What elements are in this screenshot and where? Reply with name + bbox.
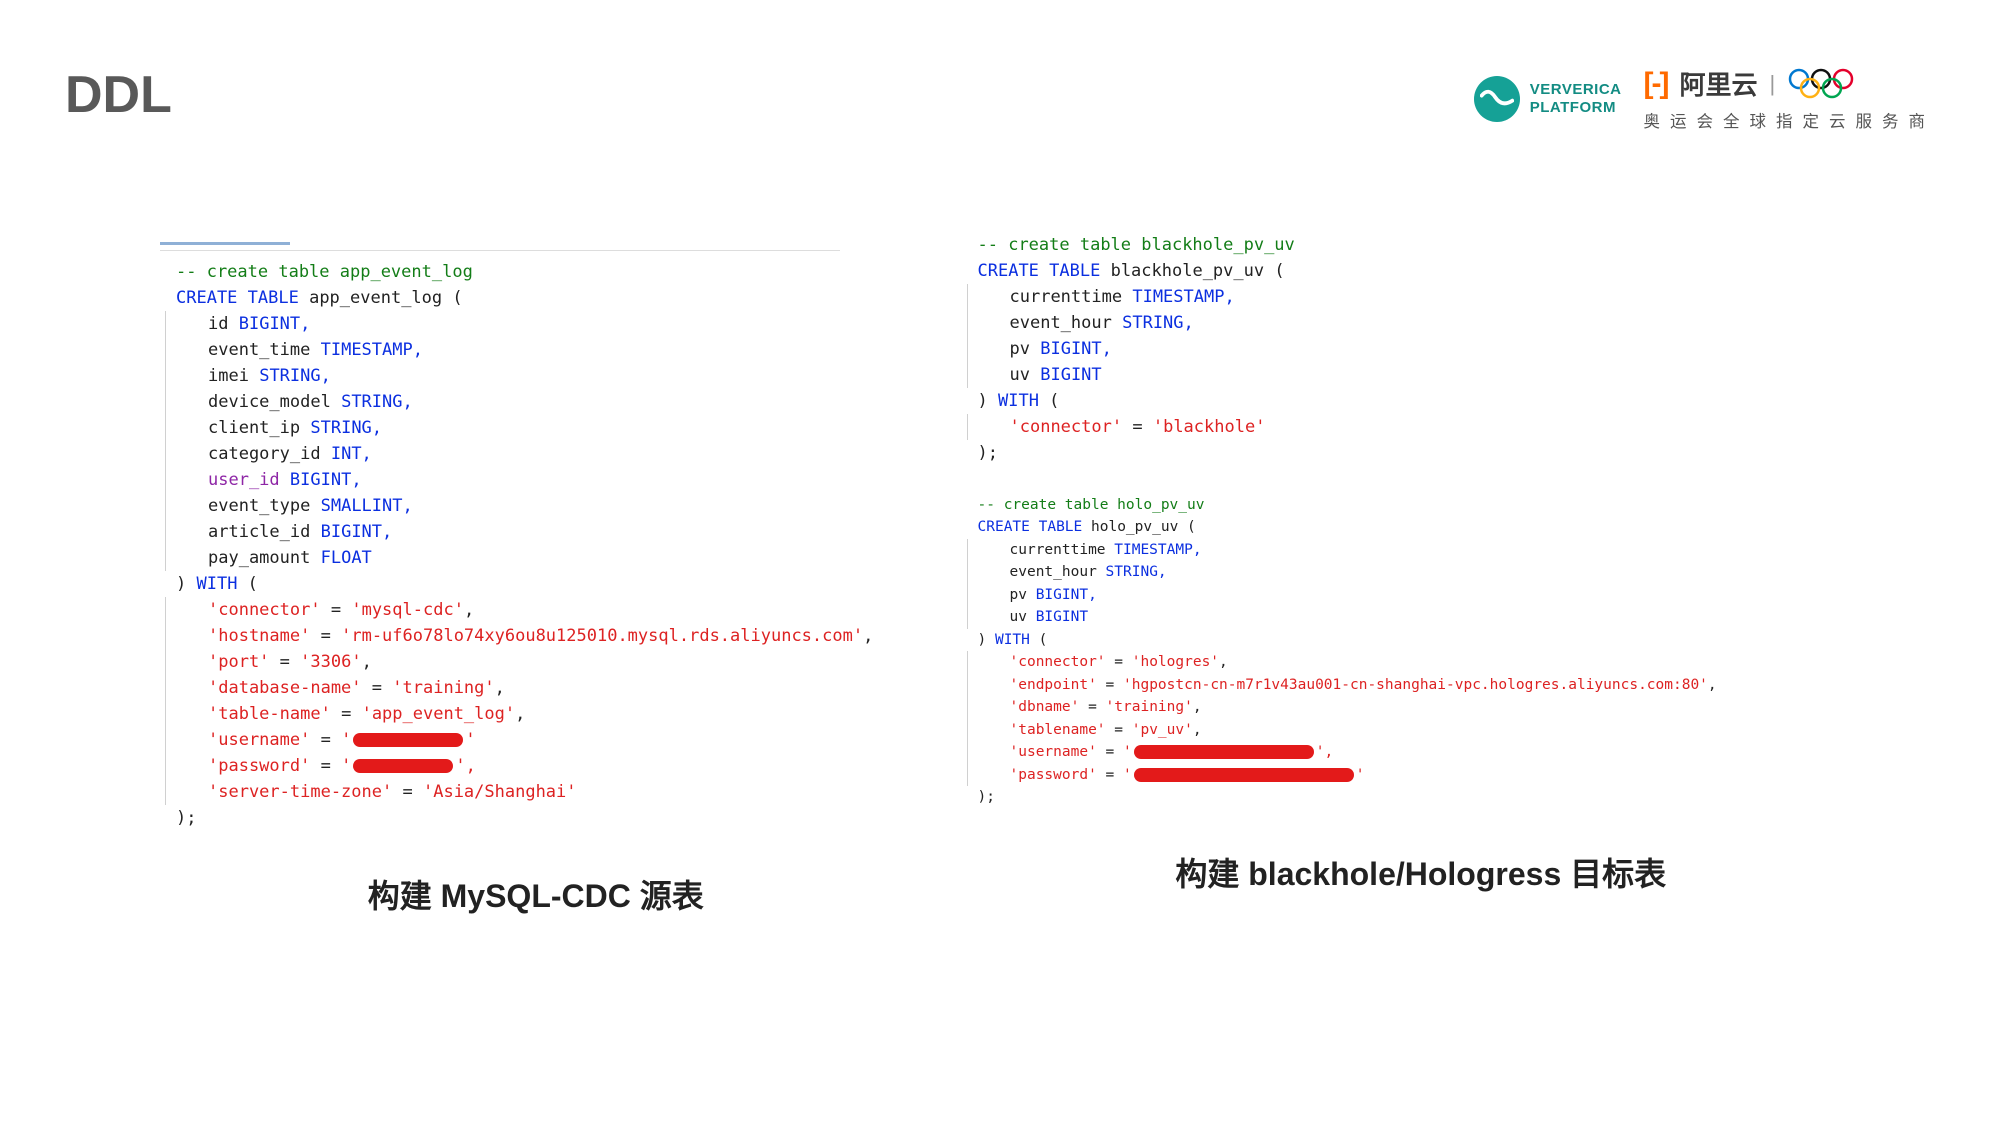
separator: | — [1770, 71, 1776, 97]
ververica-text: VERVERICA PLATFORM — [1530, 81, 1622, 116]
code-block-mysql-cdc: -- create table app_event_logCREATE TABL… — [160, 259, 912, 831]
code-divider — [160, 250, 840, 251]
aliyun-tagline: 奥运会全球指定云服务商 — [1644, 108, 1936, 132]
aliyun-bracket-icon: [-] — [1644, 67, 1668, 101]
slide-header: DDL VERVERICA PLATFORM [-] 阿里云 | — [0, 0, 2000, 142]
ververica-icon — [1474, 76, 1520, 122]
ververica-logo: VERVERICA PLATFORM — [1474, 76, 1622, 122]
code-tab-marker — [160, 242, 290, 247]
left-caption: 构建 MySQL-CDC 源表 — [160, 871, 912, 917]
code-block-blackhole: -- create table blackhole_pv_uvCREATE TA… — [962, 232, 1881, 466]
aliyun-logo-block: [-] 阿里云 | 奥运会全球指定云服务商 — [1644, 65, 1936, 132]
aliyun-name: 阿里云 — [1679, 65, 1757, 102]
page-title: DDL — [65, 65, 172, 125]
slide-content: -- create table app_event_logCREATE TABL… — [0, 142, 2000, 917]
logo-bar: VERVERICA PLATFORM [-] 阿里云 | — [1474, 65, 1935, 132]
right-caption: 构建 blackhole/Hologress 目标表 — [962, 849, 1881, 895]
olympic-rings-icon — [1787, 67, 1859, 101]
code-block-hologres: -- create table holo_pv_uvCREATE TABLE h… — [962, 494, 1881, 809]
